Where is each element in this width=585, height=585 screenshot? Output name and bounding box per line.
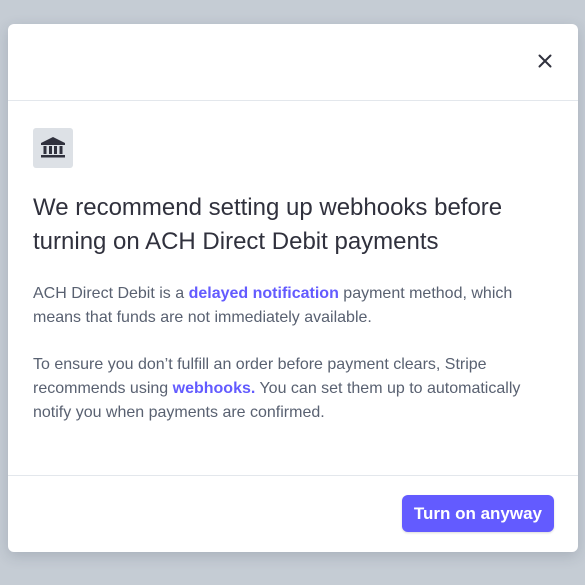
webhook-recommendation-modal: We recommend setting up webhooks before … [8, 24, 578, 552]
bank-icon-container [33, 128, 73, 168]
paragraph-text: ACH Direct Debit is a [33, 285, 189, 302]
webhooks-link[interactable]: webhooks. [173, 380, 256, 397]
modal-header [8, 24, 578, 101]
modal-footer: Turn on anyway [8, 475, 578, 552]
turn-on-anyway-button[interactable]: Turn on anyway [401, 495, 554, 532]
close-icon [538, 54, 552, 68]
delayed-notification-paragraph: ACH Direct Debit is a delayed notificati… [33, 282, 553, 330]
modal-title: We recommend setting up webhooks before … [33, 194, 503, 255]
bank-icon [41, 137, 65, 158]
webhooks-paragraph: To ensure you don’t fulfill an order bef… [33, 353, 553, 425]
delayed-notification-link[interactable]: delayed notification [189, 285, 339, 302]
close-button[interactable] [534, 50, 556, 72]
